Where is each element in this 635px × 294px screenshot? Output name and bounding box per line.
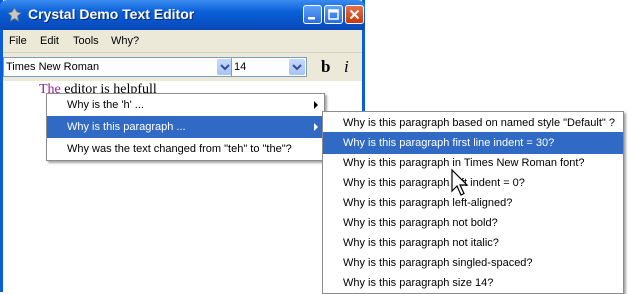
font-family-select[interactable]: Times New Roman [3, 57, 235, 77]
menu-tools[interactable]: Tools [73, 35, 99, 47]
context-item-why-paragraph[interactable]: Why is this paragraph ... [47, 116, 324, 138]
submenu-item[interactable]: Why is this paragraph based on named sty… [323, 112, 623, 134]
submenu-item[interactable]: Why is this paragraph not italic? [323, 232, 623, 254]
format-toolbar: Times New Roman 14 b i [3, 53, 362, 81]
app-icon [7, 7, 22, 22]
close-icon [349, 9, 360, 20]
context-item-label: Why is this paragraph ... [67, 121, 186, 133]
title-bar[interactable]: Crystal Demo Text Editor [0, 0, 365, 30]
submenu-item[interactable]: Why is this paragraph left indent = 0? [323, 172, 623, 194]
close-button[interactable] [345, 5, 364, 24]
menu-file[interactable]: File [9, 35, 27, 47]
context-item-label: Why was the text changed from "teh" to "… [67, 143, 292, 155]
context-item-why-h[interactable]: Why is the 'h' ... [47, 94, 324, 116]
font-size-value: 14 [234, 61, 247, 73]
submenu-item[interactable]: Why is this paragraph first line indent … [323, 132, 623, 154]
submenu-item[interactable]: Why is this paragraph left-aligned? [323, 192, 623, 214]
submenu-arrow-icon [314, 123, 318, 131]
minimize-icon [308, 17, 315, 20]
submenu-item[interactable]: Why is this paragraph singled-spaced? [323, 252, 623, 274]
mouse-pointer-icon [451, 168, 469, 196]
context-menu: Why is the 'h' ... Why is this paragraph… [46, 93, 325, 161]
chevron-down-icon[interactable] [289, 59, 305, 75]
paragraph-submenu: Why is this paragraph based on named sty… [322, 111, 624, 294]
window-title: Crystal Demo Text Editor [28, 6, 195, 22]
menu-bar: File Edit Tools Why? [3, 30, 362, 53]
submenu-item[interactable]: Why is this paragraph in Times New Roman… [323, 152, 623, 174]
context-item-label: Why is the 'h' ... [67, 99, 144, 111]
font-family-value: Times New Roman [6, 61, 100, 73]
italic-button[interactable]: i [344, 57, 349, 77]
submenu-item[interactable]: Why is this paragraph size 14? [323, 272, 623, 294]
menu-why[interactable]: Why? [111, 35, 139, 47]
context-item-why-changed[interactable]: Why was the text changed from "teh" to "… [47, 138, 324, 160]
submenu-item[interactable]: Why is this paragraph not bold? [323, 212, 623, 234]
maximize-button[interactable] [324, 5, 343, 24]
submenu-arrow-icon [314, 101, 318, 109]
maximize-icon [328, 9, 339, 20]
menu-edit[interactable]: Edit [40, 35, 59, 47]
minimize-button[interactable] [303, 5, 322, 24]
bold-button[interactable]: b [321, 57, 330, 77]
font-size-select[interactable]: 14 [231, 57, 307, 77]
